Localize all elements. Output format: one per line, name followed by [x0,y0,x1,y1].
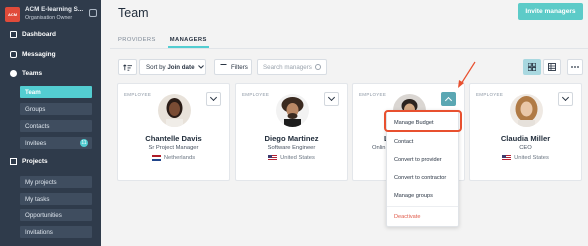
annotation-arrow-icon [458,61,476,88]
